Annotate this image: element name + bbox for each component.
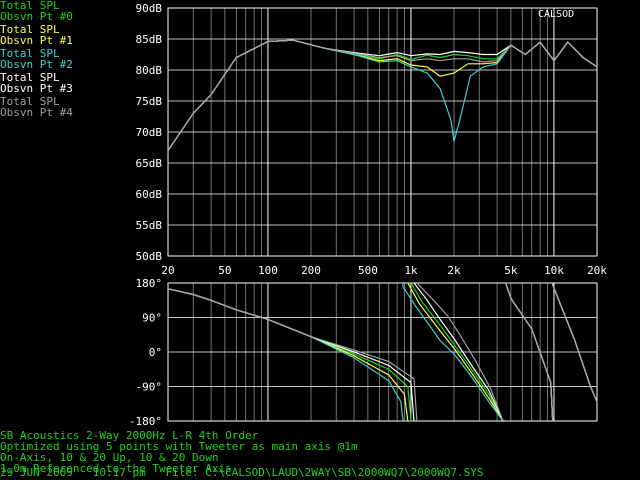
legend-line2: Obsvn Pt #0 xyxy=(0,10,73,23)
y-tick-label: 80dB xyxy=(136,64,163,77)
series-line xyxy=(167,39,598,151)
y-tick-label: 85dB xyxy=(136,33,163,46)
y-tick-label: 180° xyxy=(136,277,163,290)
x-tick-label: 20 xyxy=(161,264,174,277)
x-tick-label: 200 xyxy=(301,264,321,277)
y-tick-label: -90° xyxy=(136,381,163,394)
x-tick-label: 5k xyxy=(504,264,518,277)
y-tick-label: 50dB xyxy=(136,250,163,263)
footer-status: 29 JUN 2009 10:17 pm File: C:\CALSOD\LAU… xyxy=(0,466,484,479)
y-tick-label: 90° xyxy=(142,312,162,325)
x-tick-label: 100 xyxy=(258,264,278,277)
y-tick-label: 75dB xyxy=(136,95,163,108)
legend-line2: Obsvn Pt #2 xyxy=(0,58,73,71)
legend-item-pt0: Total SPL Obsvn Pt #0 xyxy=(0,0,130,22)
y-tick-label: 90dB xyxy=(136,2,163,15)
y-tick-label: 65dB xyxy=(136,157,163,170)
legend-line2: Obsvn Pt #4 xyxy=(0,106,73,119)
legend-line2: Obsvn Pt #1 xyxy=(0,34,73,47)
x-tick-label: 10k xyxy=(544,264,564,277)
y-tick-label: 60dB xyxy=(136,188,163,201)
y-tick-label: 70dB xyxy=(136,126,163,139)
legend-item-pt3: Total SPL Obsvn Pt #3 xyxy=(0,72,130,94)
x-tick-label: 1k xyxy=(404,264,418,277)
x-tick-label: 20k xyxy=(587,264,607,277)
x-tick-label: 50 xyxy=(218,264,231,277)
y-tick-label: 55dB xyxy=(136,219,163,232)
x-tick-label: 2k xyxy=(447,264,461,277)
brand-label: CALSOD xyxy=(538,9,575,20)
y-tick-label: 0° xyxy=(149,346,162,359)
legend-item-pt4: Total SPL Obsvn Pt #4 xyxy=(0,96,130,118)
legend-line2: Obsvn Pt #3 xyxy=(0,82,73,95)
y-tick-label: -180° xyxy=(129,415,162,428)
legend-item-pt1: Total SPL Obsvn Pt #1 xyxy=(0,24,130,46)
legend-item-pt2: Total SPL Obsvn Pt #2 xyxy=(0,48,130,70)
x-tick-label: 500 xyxy=(358,264,378,277)
